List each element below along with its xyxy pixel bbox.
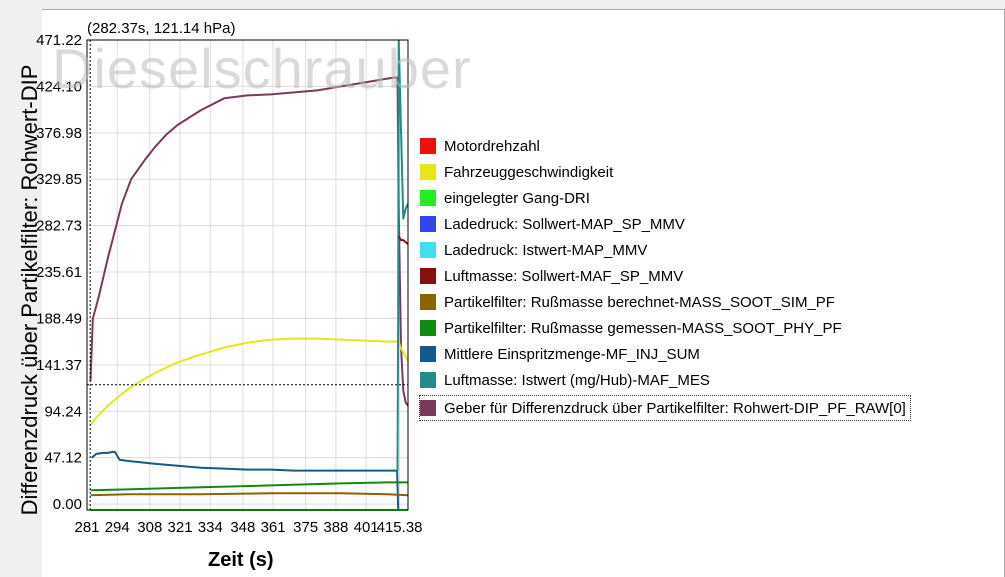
x-tick-label: 281: [74, 519, 99, 536]
crosshair-cursor: [87, 40, 408, 510]
legend-swatch: [420, 320, 436, 336]
plot-border: [86, 39, 409, 511]
legend-label: Partikelfilter: Rußmasse berechnet-MASS_…: [444, 293, 835, 311]
legend-swatch: [420, 138, 436, 154]
x-tick-label: 308: [137, 519, 162, 536]
x-tick-label: 361: [261, 519, 286, 536]
legend-swatch: [420, 268, 436, 284]
x-tick-label: 348: [230, 519, 255, 536]
y-axis-label: Differenzdruck über Partikelfilter: Rohw…: [17, 64, 42, 516]
y-tick-label: 471.22: [36, 32, 82, 49]
legend-item[interactable]: Partikelfilter: Rußmasse gemessen-MASS_S…: [420, 317, 842, 339]
legend-swatch: [420, 216, 436, 232]
legend-swatch: [420, 294, 436, 310]
legend-item[interactable]: eingelegter Gang-DRI: [420, 187, 590, 209]
legend-label: Mittlere Einspritzmenge-MF_INJ_SUM: [444, 345, 700, 363]
x-tick-label: 321: [168, 519, 193, 536]
series-line: [89, 337, 409, 426]
series-line: [90, 481, 408, 492]
y-tick-label: 94.24: [44, 403, 82, 420]
legend-swatch: [420, 346, 436, 362]
x-gridlines: [116, 40, 401, 510]
legend-item[interactable]: Luftmasse: Sollwert-MAF_SP_MMV: [420, 265, 683, 287]
series-line: [91, 450, 408, 511]
legend-item[interactable]: Ladedruck: Istwert-MAP_MMV: [420, 239, 647, 261]
legend-label: Motordrehzahl: [444, 137, 540, 155]
legend-item[interactable]: Fahrzeuggeschwindigkeit: [420, 161, 613, 183]
legend-swatch: [420, 372, 436, 388]
legend-swatch: [420, 242, 436, 258]
cursor-readout: (282.37s, 121.14 hPa): [87, 20, 236, 37]
y-tick-label: 0.00: [53, 496, 82, 513]
y-gridlines: [87, 39, 408, 505]
legend-item[interactable]: Mittlere Einspritzmenge-MF_INJ_SUM: [420, 343, 700, 365]
legend-label: Geber für Differenzdruck über Partikelfi…: [444, 399, 906, 417]
legend-swatch: [420, 164, 436, 180]
x-tick-label: 401: [354, 519, 379, 536]
x-tick-label: 334: [198, 519, 223, 536]
x-tick-label: 415.38: [377, 519, 423, 536]
legend-swatch: [420, 190, 436, 206]
x-tick-label: 294: [105, 519, 130, 536]
legend-item[interactable]: Motordrehzahl: [420, 135, 540, 157]
legend-item[interactable]: Ladedruck: Sollwert-MAP_SP_MMV: [420, 213, 685, 235]
series-line: [89, 76, 409, 407]
series-lines: [89, 39, 409, 511]
legend-item[interactable]: Luftmasse: Istwert (mg/Hub)-MAF_MES: [420, 369, 710, 391]
line-chart[interactable]: 0.0047.1294.24141.37188.49235.61282.7332…: [0, 0, 1005, 577]
legend-item[interactable]: Geber für Differenzdruck über Partikelfi…: [419, 395, 911, 421]
legend-label: eingelegter Gang-DRI: [444, 189, 590, 207]
legend-label: Ladedruck: Istwert-MAP_MMV: [444, 241, 648, 259]
legend-label: Fahrzeuggeschwindigkeit: [444, 163, 614, 181]
series-line: [396, 39, 409, 471]
legend-label: Luftmasse: Istwert (mg/Hub)-MAF_MES: [444, 371, 710, 389]
legend-label: Ladedruck: Sollwert-MAP_SP_MMV: [444, 215, 685, 233]
legend-label: Partikelfilter: Rußmasse gemessen-MASS_S…: [444, 319, 842, 337]
x-tick-label: 388: [323, 519, 348, 536]
legend-item[interactable]: Partikelfilter: Rußmasse berechnet-MASS_…: [420, 291, 835, 313]
series-line: [90, 492, 409, 497]
legend-label: Luftmasse: Sollwert-MAF_SP_MMV: [444, 267, 684, 285]
legend-swatch: [420, 400, 436, 416]
x-tick-label: 375: [293, 519, 318, 536]
x-axis-label: Zeit (s): [208, 549, 274, 571]
y-tick-label: 47.12: [44, 450, 82, 467]
x-tick-labels: 281 294 308 321 334 348 361 375 388 401415.38: [74, 519, 422, 536]
